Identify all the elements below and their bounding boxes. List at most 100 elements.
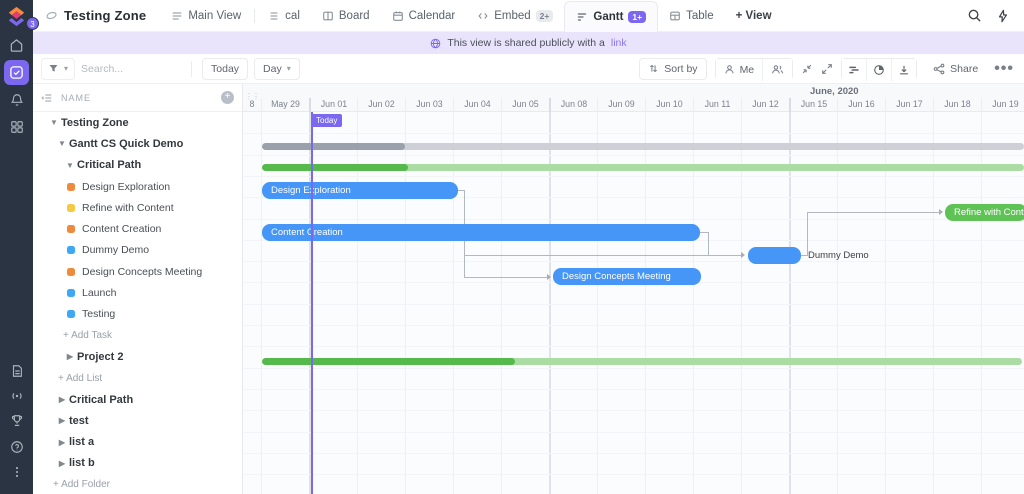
help-icon[interactable] (4, 434, 29, 459)
range-select[interactable]: Day ▾ (254, 58, 300, 80)
tree-item-dummy-demo[interactable]: Dummy Demo (33, 240, 242, 261)
assignees-button[interactable] (762, 59, 792, 81)
item-label: Design Concepts Meeting (82, 266, 202, 278)
tree-item-project-2[interactable]: ▶Project 2 (33, 346, 242, 367)
search-icon[interactable] (967, 8, 982, 23)
item-label: list b (69, 457, 95, 469)
add-row-button[interactable]: + (221, 91, 234, 104)
docs-icon[interactable] (4, 358, 29, 383)
tree-item-launch[interactable]: Launch (33, 282, 242, 303)
notifications-bell-icon[interactable] (4, 87, 29, 112)
dependency-arrowhead (741, 252, 745, 258)
chevron-down-icon[interactable]: ▼ (63, 161, 77, 170)
chevron-right-icon[interactable]: ▶ (63, 352, 77, 361)
tree-item-list-a[interactable]: ▶list a (33, 431, 242, 452)
tree-item-gantt-cs-quick-demo[interactable]: ▼Gantt CS Quick Demo (33, 133, 242, 154)
add-item--add-list[interactable]: + Add List (33, 368, 242, 389)
tab-separator (254, 9, 255, 23)
export-download-icon[interactable] (891, 59, 916, 81)
gantt-toolbar: ▾ Search... Today Day ▾ Sort by Me (33, 54, 1024, 84)
tab-main-view[interactable]: Main View (160, 0, 252, 32)
day-header-jun-05: Jun 05 (501, 98, 549, 112)
tasks-icon[interactable] (4, 60, 29, 85)
day-header-jun-08: Jun 08 (549, 98, 597, 112)
home-icon[interactable] (4, 33, 29, 58)
dependency-line (700, 232, 708, 233)
chevron-right-icon[interactable]: ▶ (55, 459, 69, 468)
chevron-down-icon[interactable]: ▼ (55, 139, 69, 148)
chevron-right-icon[interactable]: ▶ (55, 395, 69, 404)
banner-text: This view is shared publicly with a (447, 37, 605, 49)
bar-design-concepts-meeting[interactable]: Design Concepts Meeting (553, 268, 701, 285)
left-rail: 3 (0, 0, 33, 494)
percent-progress-icon[interactable] (866, 59, 891, 81)
name-column-header: NAME (61, 93, 221, 103)
filter-button[interactable]: ▾ (41, 58, 75, 80)
more-options-icon[interactable]: ••• (994, 60, 1014, 78)
tree-item-test[interactable]: ▶test (33, 410, 242, 431)
add-item--add-folder[interactable]: + Add Folder (33, 474, 242, 494)
sort-by-button[interactable]: Sort by (639, 58, 706, 80)
more-kebab-icon[interactable] (4, 459, 29, 484)
tree-item-content-creation[interactable]: Content Creation (33, 218, 242, 239)
me-filter-button[interactable]: Me (716, 59, 763, 81)
tree-item-list-b[interactable]: ▶list b (33, 453, 242, 474)
tab-embed[interactable]: Embed 2+ (466, 0, 564, 32)
row-gridline (243, 346, 1024, 347)
tab-calendar[interactable]: Calendar (381, 0, 467, 32)
day-header-jun-12: Jun 12 (741, 98, 789, 112)
today-marker-line (311, 112, 313, 494)
tree-item-critical-path[interactable]: ▼Critical Path (33, 155, 242, 176)
dependency-line (464, 255, 741, 256)
cascade-view-icon[interactable] (842, 59, 866, 81)
tab-cal[interactable]: cal (257, 0, 311, 32)
tree-item-testing-zone[interactable]: ▼Testing Zone (33, 112, 242, 133)
list-icon (171, 10, 183, 22)
calendar-icon (392, 10, 404, 22)
table-icon (669, 10, 681, 22)
row-gridline (243, 219, 1024, 220)
summary-project-2[interactable] (262, 358, 1022, 365)
tree-item-refine-with-content[interactable]: Refine with Content (33, 197, 242, 218)
expand-icon[interactable] (821, 63, 833, 75)
dependency-line (464, 277, 547, 278)
apps-grid-icon[interactable] (4, 114, 29, 139)
dependency-arrowhead (547, 274, 551, 280)
day-header-jun-11: Jun 11 (693, 98, 741, 112)
tab-table[interactable]: Table (658, 0, 725, 32)
tree-item-testing[interactable]: Testing (33, 304, 242, 325)
notification-count-badge: 3 (26, 17, 39, 30)
bar-content-creation[interactable]: Content Creation (262, 224, 700, 241)
clickup-logo[interactable]: 3 (5, 5, 28, 28)
collapse-sidebar-icon[interactable] (41, 92, 53, 104)
chevron-right-icon[interactable]: ▶ (55, 416, 69, 425)
item-label: Project 2 (77, 351, 123, 363)
today-button[interactable]: Today (202, 58, 248, 80)
row-gridline (243, 261, 1024, 262)
gantt-icon (576, 11, 588, 23)
search-input[interactable]: Search... (81, 63, 181, 75)
summary-gantt-cs-quick-demo[interactable] (262, 143, 1024, 150)
bar-refine-with-content[interactable]: Refine with Content (945, 204, 1024, 221)
chevron-right-icon[interactable]: ▶ (55, 438, 69, 447)
tab-gantt[interactable]: Gantt 1+ (564, 1, 658, 32)
share-button[interactable]: Share (925, 58, 986, 80)
goals-trophy-icon[interactable] (4, 408, 29, 433)
tree-item-design-exploration[interactable]: Design Exploration (33, 176, 242, 197)
bar-design-exploration[interactable]: Design Exploration (262, 182, 458, 199)
dependency-line (807, 212, 939, 213)
banner-link[interactable]: link (611, 37, 627, 49)
automation-lightning-icon[interactable] (996, 9, 1010, 23)
tree-item-design-concepts-meeting[interactable]: Design Concepts Meeting (33, 261, 242, 282)
day-header-jun-19: Jun 19 (981, 98, 1024, 112)
add-view-button[interactable]: + View (725, 0, 783, 32)
add-item--add-task[interactable]: + Add Task (33, 325, 242, 346)
chevron-down-icon[interactable]: ▼ (47, 118, 61, 127)
summary-critical-path[interactable] (262, 164, 1024, 171)
pulse-icon[interactable] (4, 383, 29, 408)
collapse-icon[interactable] (801, 63, 813, 75)
tree-item-critical-path[interactable]: ▶Critical Path (33, 389, 242, 410)
today-badge[interactable]: Today (311, 114, 342, 127)
tab-board[interactable]: Board (311, 0, 381, 32)
bar-dummy-demo[interactable] (748, 247, 801, 264)
